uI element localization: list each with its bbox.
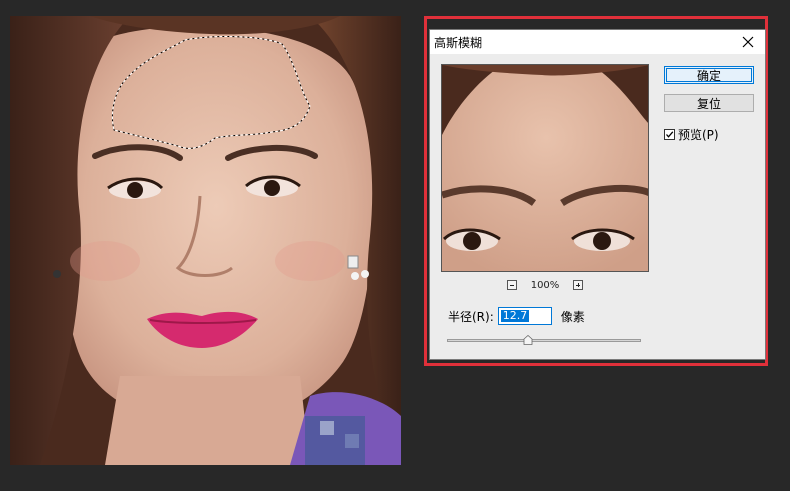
preview-label: 预览(P): [678, 128, 719, 142]
zoom-controls: 100%: [441, 278, 649, 292]
preview-checkbox[interactable]: 预览(P): [664, 126, 719, 143]
radius-slider-track[interactable]: [447, 339, 641, 342]
reset-button[interactable]: 复位: [664, 94, 754, 112]
canvas-image[interactable]: [10, 16, 401, 465]
close-icon: [742, 36, 754, 48]
radius-label: 半径(R):: [448, 309, 494, 324]
zoom-out-icon: [509, 285, 514, 286]
checkmark-icon: [666, 131, 674, 138]
gaussian-blur-dialog: 高斯模糊 100% 确定 复位 预览(P) 半径(R): 12.7 像素: [429, 29, 766, 360]
radius-unit: 像素: [560, 309, 585, 324]
zoom-level: 100%: [530, 279, 560, 291]
radius-value: 12.7: [500, 309, 530, 322]
zoom-out-button[interactable]: [506, 280, 517, 290]
ok-button[interactable]: 确定: [664, 66, 754, 84]
dialog-title: 高斯模糊: [434, 36, 483, 50]
dialog-body: 100% 确定 复位 预览(P) 半径(R): 12.7 像素: [430, 54, 765, 359]
zoom-in-button[interactable]: [573, 280, 584, 290]
radius-slider-thumb[interactable]: [523, 335, 533, 345]
blur-preview[interactable]: [441, 64, 649, 272]
radius-input[interactable]: 12.7: [497, 307, 552, 325]
portrait-photo: [10, 16, 401, 465]
close-button[interactable]: [733, 30, 763, 54]
preview-image: [442, 65, 648, 271]
radius-row: 半径(R): 12.7 像素: [448, 307, 585, 325]
preview-checkbox-box[interactable]: [664, 129, 675, 140]
dialog-titlebar[interactable]: 高斯模糊: [430, 30, 765, 54]
